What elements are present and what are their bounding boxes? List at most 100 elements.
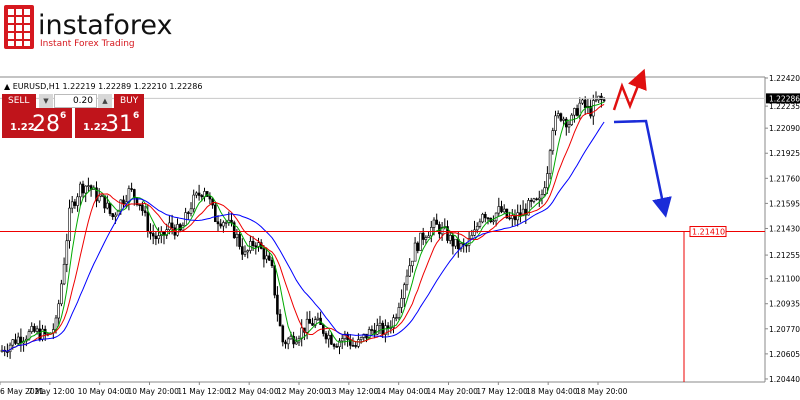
candle-body bbox=[397, 307, 401, 318]
price-tick-label: 1.20440 bbox=[769, 375, 800, 384]
candle-body bbox=[170, 222, 174, 229]
lot-size-input[interactable]: 0.20 bbox=[54, 94, 97, 108]
buy-price-frac: 6 bbox=[133, 111, 140, 121]
logo-wordmark: instaforex bbox=[38, 10, 172, 41]
candle-body bbox=[370, 329, 374, 331]
candle-body bbox=[424, 237, 428, 240]
candle-body bbox=[551, 130, 555, 152]
candle-body bbox=[151, 233, 155, 237]
candle-body bbox=[335, 346, 339, 348]
candle-body bbox=[197, 192, 201, 196]
candle-body bbox=[427, 235, 430, 238]
candle-body bbox=[262, 248, 266, 260]
candle-body bbox=[316, 317, 320, 320]
candle-body bbox=[200, 195, 204, 198]
time-tick-label: 13 May 12:00 bbox=[327, 387, 379, 396]
candle-body bbox=[454, 238, 457, 247]
price-tick-label: 1.20770 bbox=[769, 325, 800, 334]
buy-button[interactable]: BUY bbox=[114, 94, 144, 108]
candle-body bbox=[68, 207, 71, 242]
candle-body bbox=[216, 221, 220, 225]
lot-decrease-icon[interactable]: ▼ bbox=[39, 94, 53, 108]
candle-body bbox=[122, 199, 125, 205]
candle-body bbox=[311, 323, 314, 326]
lot-increase-icon[interactable]: ▲ bbox=[98, 94, 112, 108]
candle-body bbox=[378, 322, 382, 326]
candle-body bbox=[532, 198, 536, 202]
candle-body bbox=[138, 204, 141, 206]
candle-body bbox=[483, 214, 487, 219]
candle-body bbox=[332, 343, 336, 347]
candle-body bbox=[87, 185, 90, 187]
candle-body bbox=[208, 196, 212, 200]
candle-body bbox=[359, 337, 363, 340]
candle-body bbox=[537, 197, 541, 200]
candle-body bbox=[413, 242, 417, 262]
candle-body bbox=[416, 242, 420, 251]
candle-body bbox=[432, 219, 436, 228]
candle-body bbox=[65, 240, 69, 265]
time-tick-label: 10 May 04:00 bbox=[78, 387, 130, 396]
sell-price[interactable]: 1.22 28 6 bbox=[2, 108, 72, 138]
candle-body bbox=[540, 194, 544, 199]
candle-body bbox=[79, 183, 82, 198]
candle-body bbox=[400, 298, 403, 308]
candle-body bbox=[30, 326, 34, 332]
candle-body bbox=[127, 188, 131, 203]
candle-body bbox=[351, 345, 355, 347]
candle-body bbox=[106, 202, 109, 209]
candle-body bbox=[357, 339, 360, 347]
candle-body bbox=[481, 214, 484, 223]
candle-body bbox=[327, 335, 331, 340]
candle-body bbox=[108, 202, 112, 214]
price-tick-label: 1.20935 bbox=[769, 300, 800, 309]
candle-body bbox=[246, 250, 249, 253]
candle-body bbox=[419, 232, 422, 251]
candle-body bbox=[254, 245, 258, 248]
candle-body bbox=[19, 336, 23, 344]
candle-body bbox=[35, 328, 39, 332]
buy-price[interactable]: 1.22 31 6 bbox=[75, 108, 144, 138]
candle-body bbox=[286, 338, 290, 345]
buy-price-pips: 31 bbox=[105, 112, 133, 137]
candle-body bbox=[591, 100, 595, 117]
buy-price-big: 1.22 bbox=[83, 122, 108, 133]
candle-body bbox=[84, 185, 87, 194]
sell-price-big: 1.22 bbox=[10, 122, 35, 133]
candle-body bbox=[276, 294, 279, 315]
candle-body bbox=[473, 229, 476, 236]
time-tick-label: 18 May 20:00 bbox=[576, 387, 628, 396]
candle-body bbox=[178, 224, 182, 231]
candle-body bbox=[602, 99, 606, 102]
candle-body bbox=[267, 255, 271, 261]
candle-body bbox=[146, 212, 150, 232]
price-tick-label: 1.22090 bbox=[769, 124, 800, 133]
price-tick-label: 1.21760 bbox=[769, 174, 800, 183]
candle-body bbox=[394, 317, 398, 319]
candle-body bbox=[241, 246, 244, 255]
candle-body bbox=[11, 339, 15, 346]
price-tick-label: 1.20605 bbox=[769, 350, 800, 359]
candle-body bbox=[556, 113, 560, 117]
candle-body bbox=[300, 327, 304, 339]
sell-button[interactable]: SELL bbox=[2, 94, 36, 108]
candle-body bbox=[111, 213, 114, 217]
header-triangle-icon: ▲ bbox=[4, 82, 13, 91]
time-tick-label: 12 May 04:00 bbox=[227, 387, 279, 396]
time-tick-label: 7 May 12:00 bbox=[28, 387, 75, 396]
candle-body bbox=[219, 223, 222, 227]
candle-body bbox=[265, 255, 268, 260]
candle-body bbox=[251, 241, 255, 247]
time-tick-label: 18 May 04:00 bbox=[526, 387, 578, 396]
price-tick-label: 1.22235 bbox=[769, 102, 800, 111]
candle-body bbox=[230, 219, 233, 223]
candle-body bbox=[114, 214, 117, 217]
candle-body bbox=[238, 234, 241, 247]
chart-header: ▲ EURUSD,H1 1.22219 1.22289 1.22210 1.22… bbox=[4, 82, 202, 91]
candle-body bbox=[195, 192, 198, 196]
candle-body bbox=[62, 263, 66, 285]
candle-body bbox=[324, 333, 328, 340]
candle-body bbox=[486, 217, 490, 220]
candle-body bbox=[508, 217, 511, 220]
candle-body bbox=[81, 183, 85, 194]
